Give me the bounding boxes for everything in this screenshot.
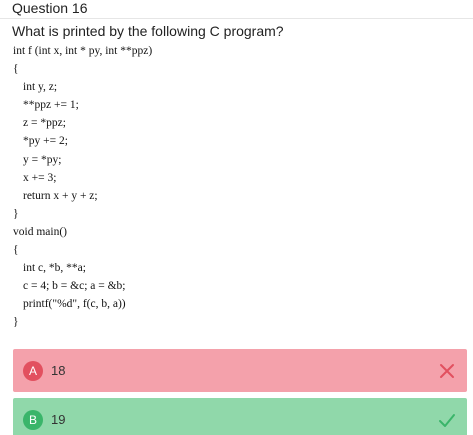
code-line: printf("%d", f(c, b, a)) (23, 298, 126, 311)
code-line: y = *py; (23, 153, 62, 166)
close-icon (440, 364, 454, 378)
code-line: *py += 2; (23, 135, 68, 148)
code-line: c = 4; b = &c; a = &b; (23, 280, 126, 293)
code-line: x += 3; (23, 171, 57, 184)
code-line: } (13, 316, 19, 329)
code-line: } (13, 207, 19, 220)
code-line: int f (int x, int * py, int **ppz) (13, 45, 153, 57)
code-line: int y, z; (23, 81, 58, 94)
code-line: { (13, 244, 19, 257)
option-value: 18 (51, 363, 66, 378)
option-letter-badge: B (23, 410, 43, 430)
code-line: { (13, 63, 19, 76)
question-prompt: What is printed by the following C progr… (12, 23, 284, 39)
question-header: Question 16 (0, 0, 473, 19)
check-icon (439, 414, 455, 427)
code-line: **ppz += 1; (23, 99, 79, 112)
code-line: void main() (13, 225, 67, 238)
code-line: z = *ppz; (23, 117, 66, 130)
code-line: return x + y + z; (23, 189, 98, 202)
answer-option-a[interactable]: A 18 (13, 349, 467, 392)
option-letter-badge: A (23, 361, 43, 381)
answer-option-b[interactable]: B 19 (13, 398, 467, 435)
code-block: int f (int x, int * py, int **ppz) { int… (13, 42, 152, 332)
option-value: 19 (51, 412, 66, 427)
question-title: Question 16 (12, 0, 88, 16)
code-line: int c, *b, **a; (23, 262, 86, 275)
